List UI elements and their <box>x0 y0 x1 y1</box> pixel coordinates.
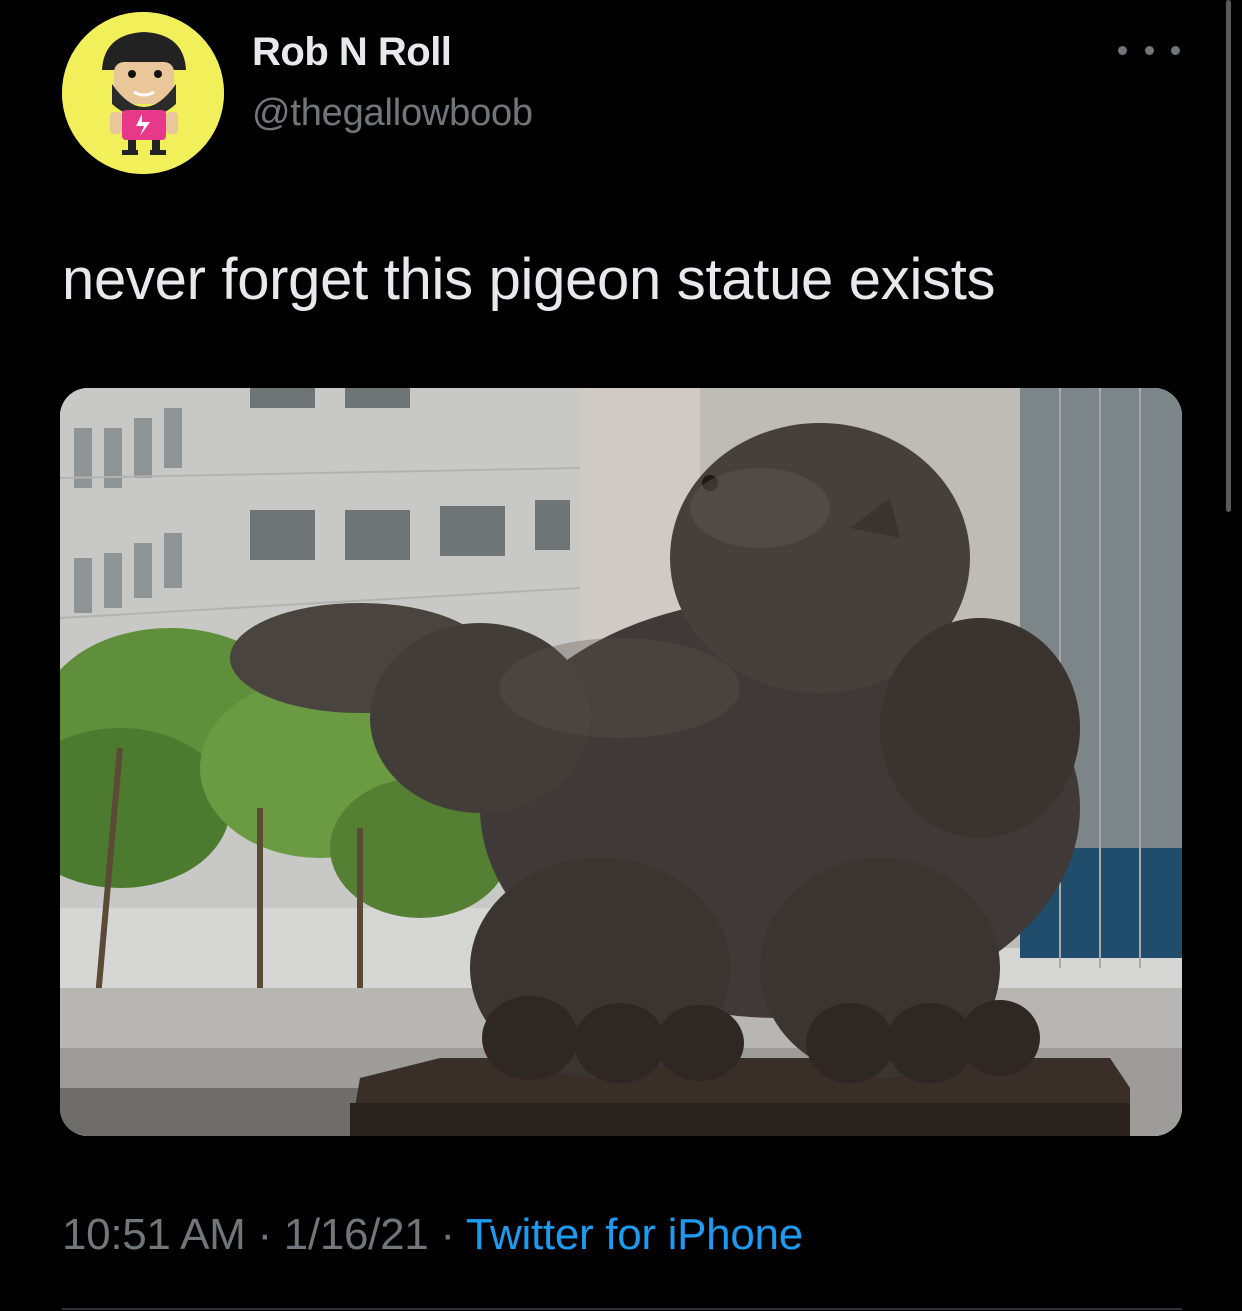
tweet-meta: 10:51 AM · 1/16/21 · Twitter for iPhone <box>62 1210 803 1260</box>
ellipsis-icon <box>1171 45 1180 55</box>
ellipsis-icon <box>1118 45 1127 55</box>
ellipsis-icon <box>1144 45 1154 55</box>
tweet-detail: Rob N Roll @thegallowboob never forget t… <box>0 0 1242 1311</box>
meta-separator: · <box>257 1210 272 1259</box>
tweet-date[interactable]: 1/16/21 <box>284 1210 429 1259</box>
author-handle[interactable]: @thegallowboob <box>252 92 533 135</box>
tweet-time[interactable]: 10:51 AM <box>62 1210 246 1259</box>
meta-separator: · <box>440 1210 455 1259</box>
more-options-button[interactable] <box>1118 30 1180 70</box>
author-avatar[interactable] <box>62 12 224 174</box>
author-display-name[interactable]: Rob N Roll <box>252 30 452 75</box>
tweet-photo[interactable] <box>60 388 1182 1136</box>
tweet-text: never forget this pigeon statue exists <box>62 247 996 312</box>
pigeon-statue-photo <box>60 388 1182 1136</box>
cartoon-avatar-icon <box>62 12 224 174</box>
divider <box>62 1308 1182 1310</box>
tweet-source-link[interactable]: Twitter for iPhone <box>466 1210 803 1259</box>
scrollbar[interactable] <box>1226 0 1231 512</box>
